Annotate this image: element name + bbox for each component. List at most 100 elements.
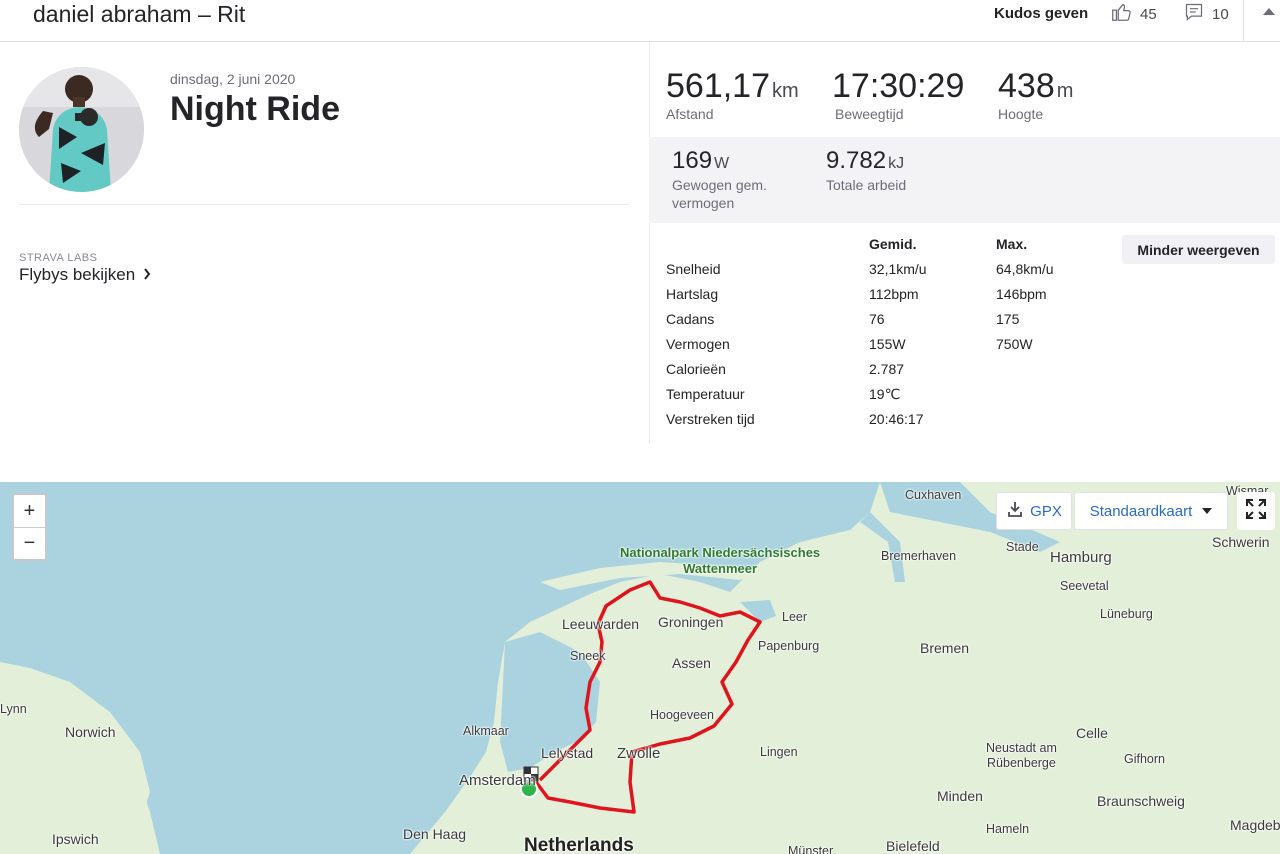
row-max: 750W xyxy=(996,336,1033,352)
map-label: Ipswich xyxy=(52,831,99,847)
flybys-link[interactable]: Flybys bekijken xyxy=(19,265,151,285)
stat-moving-time: 17:30:29 Beweegtijd xyxy=(832,66,966,122)
chevron-right-icon xyxy=(143,265,151,285)
collapse-arrow-icon[interactable] xyxy=(1263,8,1275,15)
row-label: Temperatuur xyxy=(666,386,745,402)
map-label: Leeuwarden xyxy=(562,616,640,632)
table-row: Cadans 76 175 xyxy=(666,311,1086,336)
map-label: Seevetal xyxy=(1060,579,1109,593)
map-label: Leer xyxy=(782,610,808,624)
comment-count-button[interactable]: 10 xyxy=(1184,2,1229,26)
row-avg: 2.787 xyxy=(869,361,905,377)
map-label: Papenburg xyxy=(758,639,820,653)
stat-value: 9.782 xyxy=(826,147,887,174)
header-divider xyxy=(1243,0,1244,42)
stat-label: Afstand xyxy=(666,106,714,122)
map-label: Cuxhaven xyxy=(905,488,962,502)
fullscreen-icon xyxy=(1245,498,1267,525)
kudos-count-button[interactable]: 45 xyxy=(1110,2,1157,26)
fullscreen-button[interactable] xyxy=(1237,492,1275,530)
stat-distance: 561,17 km Afstand xyxy=(666,66,799,122)
stat-unit: kJ xyxy=(888,155,905,172)
show-less-button[interactable]: Minder weergeven xyxy=(1122,235,1275,264)
map-label: Zwolle xyxy=(617,745,661,762)
download-icon xyxy=(1006,500,1024,522)
map-label: Lynn xyxy=(0,702,27,716)
stat-unit: W xyxy=(714,155,730,172)
map-label: Celle xyxy=(1076,725,1108,741)
map-label: Bremerhaven xyxy=(881,549,957,563)
table-row: Snelheid 32,1km/u 64,8km/u xyxy=(666,261,1086,286)
stat-weighted-power: 169 W Gewogen gem. vermogen xyxy=(672,146,767,212)
stat-value: 438 xyxy=(998,67,1055,105)
map-label: Münster xyxy=(788,844,834,854)
park-name-line1: Nationalpark Niedersächsisches xyxy=(620,545,821,560)
map-label: Norwich xyxy=(65,724,116,740)
neustadt-label: Neustadt am Rübenberge xyxy=(986,741,1057,771)
page-header: daniel abraham – Rit Kudos geven 45 10 xyxy=(0,0,1280,42)
stat-unit: km xyxy=(772,80,799,102)
map-canvas xyxy=(0,482,1280,854)
row-avg: 76 xyxy=(869,311,885,327)
stat-label: Gewogen gem. xyxy=(672,177,767,193)
page-title: daniel abraham – Rit xyxy=(33,1,246,27)
gpx-download-button[interactable]: GPX xyxy=(996,492,1072,530)
thumbs-up-icon xyxy=(1110,1,1132,27)
stat-total-work: 9.782 kJ Totale arbeid xyxy=(826,146,906,194)
table-row: Hartslag 112bpm 146bpm xyxy=(666,286,1086,311)
row-avg: 155W xyxy=(869,336,906,352)
divider xyxy=(19,204,629,205)
row-avg: 20:46:17 xyxy=(869,411,924,427)
row-label: Calorieën xyxy=(666,361,726,377)
map-label: Lüneburg xyxy=(1100,607,1153,621)
map-label: Magdeb xyxy=(1230,817,1280,833)
stat-label: vermogen xyxy=(672,195,735,211)
stats-divider xyxy=(649,42,650,444)
kudos-count: 45 xyxy=(1140,5,1157,23)
give-kudos-button[interactable]: Kudos geven xyxy=(994,5,1088,22)
map-label: Lingen xyxy=(760,745,798,759)
national-park-label: Nationalpark Niedersächsisches Wattenmee… xyxy=(620,545,820,577)
zoom-out-button[interactable]: − xyxy=(14,527,45,559)
stat-unit: m xyxy=(1056,80,1074,102)
map-label: Hamburg xyxy=(1050,549,1112,566)
stat-value: 17:30:29 xyxy=(832,67,965,105)
map-label: Gifhorn xyxy=(1124,752,1165,766)
column-header-avg: Gemid. xyxy=(869,236,917,252)
flybys-link-label: Flybys bekijken xyxy=(19,265,136,284)
row-avg: 19℃ xyxy=(869,386,901,402)
map-label: Alkmaar xyxy=(463,724,509,738)
row-max: 64,8km/u xyxy=(996,261,1054,277)
map-label: Lelystad xyxy=(541,745,594,761)
table-row: Temperatuur 19℃ xyxy=(666,386,1086,411)
map-label: Minden xyxy=(937,788,983,804)
comment-icon xyxy=(1184,2,1204,26)
map-label: Sneek xyxy=(570,649,606,663)
row-label: Hartslag xyxy=(666,286,719,302)
map-type-dropdown[interactable]: Standaardkaart xyxy=(1074,492,1228,530)
row-label: Cadans xyxy=(666,311,715,327)
strava-labs-label: STRAVA LABS xyxy=(19,252,98,264)
route-map[interactable]: Cuxhaven Wismar Stade Hamburg Schwerin B… xyxy=(0,482,1280,854)
row-label: Vermogen xyxy=(666,336,730,352)
stat-label: Beweegtijd xyxy=(835,106,904,122)
map-label: Den Haag xyxy=(403,826,467,842)
map-label: Schwerin xyxy=(1212,534,1270,550)
table-row: Calorieën 2.787 xyxy=(666,361,1086,386)
row-max: 175 xyxy=(996,311,1020,327)
row-avg: 112bpm xyxy=(869,286,919,302)
map-label-line2: Rübenberge xyxy=(987,756,1056,770)
map-label: Amsterdam xyxy=(459,772,536,789)
row-label: Verstreken tijd xyxy=(666,411,755,427)
map-label: Assen xyxy=(672,655,711,671)
activity-name: Night Ride xyxy=(170,90,340,128)
athlete-avatar[interactable] xyxy=(19,67,144,192)
zoom-in-button[interactable]: + xyxy=(14,495,45,527)
row-label: Snelheid xyxy=(666,261,721,277)
map-label: Hameln xyxy=(986,822,1030,836)
athlete-photo xyxy=(19,67,144,192)
map-label-line1: Neustadt am xyxy=(986,741,1057,755)
park-name-line2: Wattenmeer xyxy=(683,561,758,576)
stat-value: 169 xyxy=(672,147,713,174)
gpx-label: GPX xyxy=(1030,502,1062,520)
